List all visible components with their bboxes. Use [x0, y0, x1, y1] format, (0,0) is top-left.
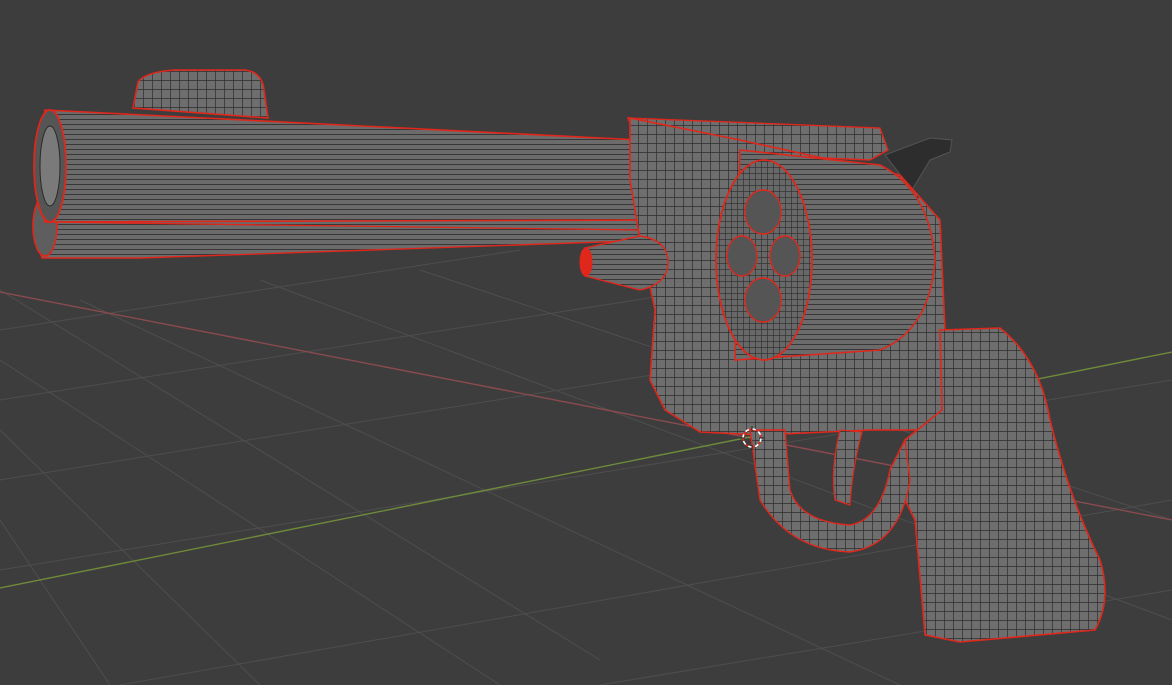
viewport-scene[interactable] — [0, 0, 1172, 685]
front-sight[interactable] — [132, 69, 269, 119]
trigger[interactable] — [832, 429, 863, 506]
ejector-tip[interactable] — [579, 247, 593, 277]
3d-viewport[interactable] — [0, 0, 1172, 685]
barrel[interactable] — [44, 109, 673, 223]
revolver-mesh[interactable] — [32, 69, 1106, 643]
ejector-rod[interactable] — [584, 235, 669, 291]
trigger-guard[interactable] — [749, 429, 911, 553]
